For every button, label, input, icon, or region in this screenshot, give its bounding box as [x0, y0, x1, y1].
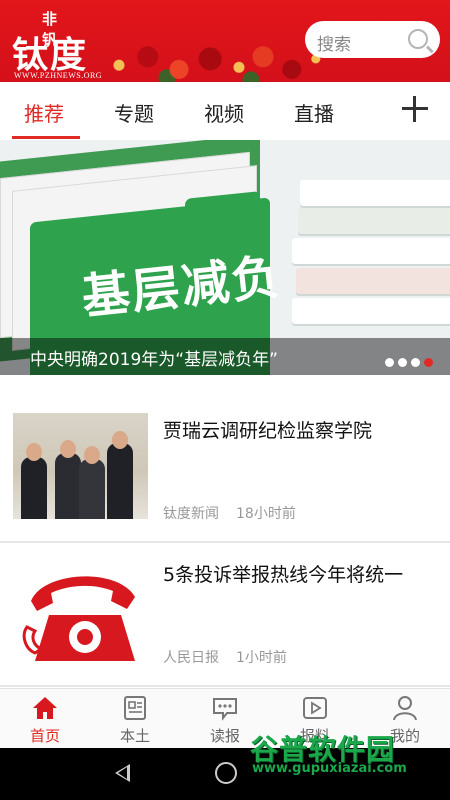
nav-home[interactable]: 首页: [0, 689, 90, 749]
back-icon[interactable]: [115, 764, 130, 782]
tab-recommend[interactable]: 推荐: [24, 98, 64, 127]
app-screen: 非钒 钛度 WWW.PZHNEWS.ORG 搜索 推荐 专题 视频 直播 基层减…: [0, 0, 450, 800]
nav-local[interactable]: 本土: [90, 689, 180, 749]
search-placeholder: 搜索: [317, 35, 351, 55]
home-icon: [33, 697, 57, 719]
news-source: 人民日报: [163, 650, 219, 666]
watermark-url: www.gupuxiazai.com: [252, 761, 407, 776]
news-item[interactable]: 贾瑞云调研纪检监察学院 钛度新闻 18小时前: [0, 399, 450, 543]
home-button-icon[interactable]: [215, 762, 237, 784]
logo-url: WWW.PZHNEWS.ORG: [14, 71, 103, 80]
paper-stack: [298, 208, 450, 234]
app-header: 非钒 钛度 WWW.PZHNEWS.ORG 搜索: [0, 0, 450, 82]
search-icon[interactable]: [408, 29, 428, 49]
banner-caption[interactable]: 中央明确2019年为“基层减负年”: [30, 345, 278, 370]
tab-topics[interactable]: 专题: [114, 98, 154, 127]
news-thumbnail: [13, 557, 148, 663]
active-tab-indicator: [12, 136, 80, 139]
news-source: 钛度新闻: [163, 506, 219, 522]
paper-stack: [300, 180, 450, 206]
photo-person: [107, 443, 133, 519]
photo-person: [55, 453, 81, 519]
news-thumbnail: [13, 413, 148, 519]
nav-label: 本土: [119, 727, 150, 745]
search-box[interactable]: 搜索: [305, 21, 440, 58]
news-time: 18小时前: [236, 506, 296, 522]
banner-caption-bar: 中央明确2019年为“基层减负年”: [0, 338, 450, 375]
photo-person: [21, 457, 47, 519]
paper-stack: [296, 268, 450, 294]
paper-stack: [292, 298, 450, 324]
carousel-dot[interactable]: [398, 358, 407, 367]
photo-head: [84, 446, 100, 464]
chat-bubble-icon: [213, 698, 237, 721]
red-telephone-icon: [22, 576, 135, 661]
banner-carousel[interactable]: 基层减负 中央明确2019年为“基层减负年”: [0, 140, 450, 375]
newspaper-icon: [124, 696, 146, 720]
tab-live[interactable]: 直播: [294, 98, 334, 127]
officials-photo: [13, 413, 148, 519]
photo-head: [112, 431, 128, 449]
channel-tabs: 推荐 专题 视频 直播: [0, 82, 450, 140]
play-video-icon: [303, 697, 327, 719]
photo-head: [60, 440, 76, 458]
photo-head: [26, 443, 42, 461]
news-title[interactable]: 5条投诉举报热线今年将统一: [163, 560, 403, 587]
carousel-dot[interactable]: [385, 358, 394, 367]
nav-label: 首页: [29, 727, 60, 745]
carousel-dot-active[interactable]: [424, 358, 433, 367]
header-flower-decoration: [95, 40, 335, 82]
watermark: 谷普软件园 www.gupuxiazai.com: [246, 728, 450, 776]
carousel-dot[interactable]: [411, 358, 420, 367]
carousel-indicator: [385, 352, 437, 371]
add-channel-icon[interactable]: [402, 96, 428, 122]
section-gap: [0, 375, 450, 399]
news-time: 1小时前: [236, 650, 287, 666]
news-title[interactable]: 贾瑞云调研纪检监察学院: [163, 416, 372, 443]
user-icon: [393, 696, 417, 721]
photo-person: [79, 459, 105, 519]
tab-video[interactable]: 视频: [204, 98, 244, 127]
paper-stack: [292, 238, 450, 264]
news-item[interactable]: 5条投诉举报热线今年将统一 人民日报 1小时前: [0, 543, 450, 687]
red-telephone-icon: [13, 557, 148, 663]
